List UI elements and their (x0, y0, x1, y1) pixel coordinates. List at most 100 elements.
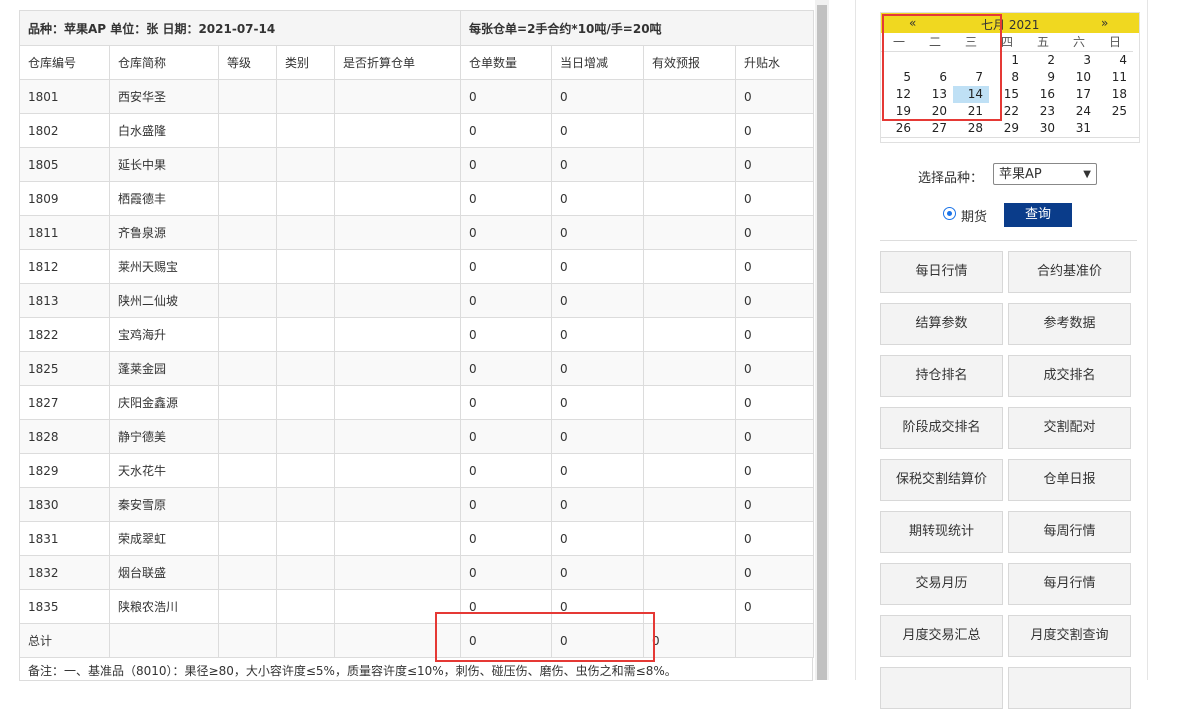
calendar-day[interactable]: 29 (989, 120, 1025, 137)
table-cell: 0 (735, 113, 815, 148)
table-cell (276, 385, 335, 420)
nav-button[interactable]: 月度交易汇总 (880, 615, 1003, 657)
nav-button[interactable]: 结算参数 (880, 303, 1003, 345)
table-cell (218, 555, 277, 590)
futures-radio[interactable] (943, 207, 956, 220)
nav-button[interactable]: 月度交割查询 (1008, 615, 1131, 657)
calendar-day[interactable]: 10 (1061, 69, 1097, 86)
scrollbar-thumb[interactable] (817, 5, 827, 680)
table-cell (276, 419, 335, 454)
nav-button[interactable]: 参考数据 (1008, 303, 1131, 345)
calendar-day[interactable]: 17 (1061, 86, 1097, 103)
table-cell: 0 (735, 147, 815, 182)
calendar-week: 26 27 28 29 30 31 (881, 120, 1139, 137)
nav-button[interactable] (880, 667, 1003, 709)
table-row: 1832 烟台联盛 0 0 0 (19, 555, 815, 590)
calendar-day[interactable]: 26 (881, 120, 917, 137)
calendar-day[interactable]: 16 (1025, 86, 1061, 103)
table-cell: 1801 (19, 79, 110, 114)
table-cell (276, 589, 335, 624)
table-cell: 齐鲁泉源 (109, 215, 219, 250)
nav-button[interactable]: 期转现统计 (880, 511, 1003, 553)
table-cell: 0 (551, 555, 645, 590)
nav-button[interactable]: 仓单日报 (1008, 459, 1131, 501)
variety-select[interactable]: 苹果AP ▼ (993, 163, 1097, 185)
table-row: 1825 蓬莱金园 0 0 0 (19, 351, 815, 386)
nav-button[interactable]: 合约基准价 (1008, 251, 1131, 293)
table-row: 1801 西安华圣 0 0 0 (19, 79, 815, 114)
table-cell: 0 (460, 249, 553, 284)
table-cell: 0 (460, 453, 553, 488)
total-cell: 0 (643, 623, 737, 658)
nav-button[interactable]: 交易月历 (880, 563, 1003, 605)
nav-button[interactable]: 交割配对 (1008, 407, 1131, 449)
table-note: 备注：一、基准品（8010）：果径≥80，大小容许度≤5%，质量容许度≤10%，… (19, 657, 813, 681)
table-cell: 1822 (19, 317, 110, 352)
calendar-day[interactable]: 3 (1061, 52, 1097, 69)
nav-button[interactable]: 每月行情 (1008, 563, 1131, 605)
nav-button[interactable]: 每周行情 (1008, 511, 1131, 553)
table-cell: 1802 (19, 113, 110, 148)
table-row: 1809 栖霞德丰 0 0 0 (19, 181, 815, 216)
calendar-day[interactable]: 24 (1061, 103, 1097, 120)
calendar-day[interactable]: 4 (1097, 52, 1133, 69)
calendar-day[interactable]: 11 (1097, 69, 1133, 86)
vertical-scrollbar[interactable] (815, 0, 829, 680)
table-cell: 莱州天赐宝 (109, 249, 219, 284)
table-cell: 0 (551, 181, 645, 216)
column-header: 是否折算仓单 (333, 45, 462, 80)
table-row: 1831 荣成翠虹 0 0 0 (19, 521, 815, 556)
table-cell (276, 317, 335, 352)
table-cell: 0 (460, 555, 553, 590)
table-cell (276, 453, 335, 488)
weekday-label: 五 (1025, 33, 1061, 52)
table-cell: 0 (735, 419, 815, 454)
table-cell (333, 351, 462, 386)
calendar-day[interactable]: 2 (1025, 52, 1061, 69)
table-cell (643, 521, 737, 556)
warehouse-receipt-table-panel: 品种：苹果AP 单位：张 日期：2021-07-14 每张仓单=2手合约*10吨/… (18, 10, 815, 658)
table-cell: 1827 (19, 385, 110, 420)
nav-button[interactable]: 每日行情 (880, 251, 1003, 293)
calendar-day[interactable]: 23 (1025, 103, 1061, 120)
table-cell: 1812 (19, 249, 110, 284)
table-cell (218, 453, 277, 488)
calendar-day[interactable]: 28 (953, 120, 989, 137)
table-cell (643, 79, 737, 114)
calendar-day[interactable]: 25 (1097, 103, 1133, 120)
table-cell: 天水花牛 (109, 453, 219, 488)
table-cell (333, 555, 462, 590)
table-cell: 0 (735, 283, 815, 318)
table-cell: 1829 (19, 453, 110, 488)
table-cell: 0 (460, 147, 553, 182)
nav-button[interactable]: 保税交割结算价 (880, 459, 1003, 501)
table-row: 1805 延长中果 0 0 0 (19, 147, 815, 182)
query-button[interactable]: 查询 (1004, 203, 1072, 227)
calendar-day[interactable]: 30 (1025, 120, 1061, 137)
table-cell (333, 215, 462, 250)
table-cell (218, 351, 277, 386)
nav-button[interactable] (1008, 667, 1131, 709)
calendar-day[interactable]: 31 (1061, 120, 1097, 137)
table-cell: 0 (735, 79, 815, 114)
nav-button[interactable]: 阶段成交排名 (880, 407, 1003, 449)
calendar-day[interactable]: 18 (1097, 86, 1133, 103)
table-cell: 延长中果 (109, 147, 219, 182)
nav-button[interactable]: 持仓排名 (880, 355, 1003, 397)
table-info-row: 品种：苹果AP 单位：张 日期：2021-07-14 每张仓单=2手合约*10吨/… (18, 10, 815, 46)
column-header: 有效预报 (643, 45, 737, 80)
calendar-day[interactable]: 9 (1025, 69, 1061, 86)
table-cell (333, 249, 462, 284)
table-cell (218, 113, 277, 148)
table-info-left: 品种：苹果AP 单位：张 日期：2021-07-14 (18, 10, 462, 46)
table-row: 1830 秦安雪原 0 0 0 (19, 487, 815, 522)
next-month-button[interactable]: » (1101, 16, 1108, 30)
nav-button[interactable]: 成交排名 (1008, 355, 1131, 397)
table-cell (643, 555, 737, 590)
table-row: 1835 陕粮农浩川 0 0 0 (19, 589, 815, 624)
table-cell (333, 419, 462, 454)
total-cell: 总计 (19, 623, 110, 658)
table-cell: 0 (735, 317, 815, 352)
calendar-day[interactable]: 27 (917, 120, 953, 137)
table-cell: 1825 (19, 351, 110, 386)
